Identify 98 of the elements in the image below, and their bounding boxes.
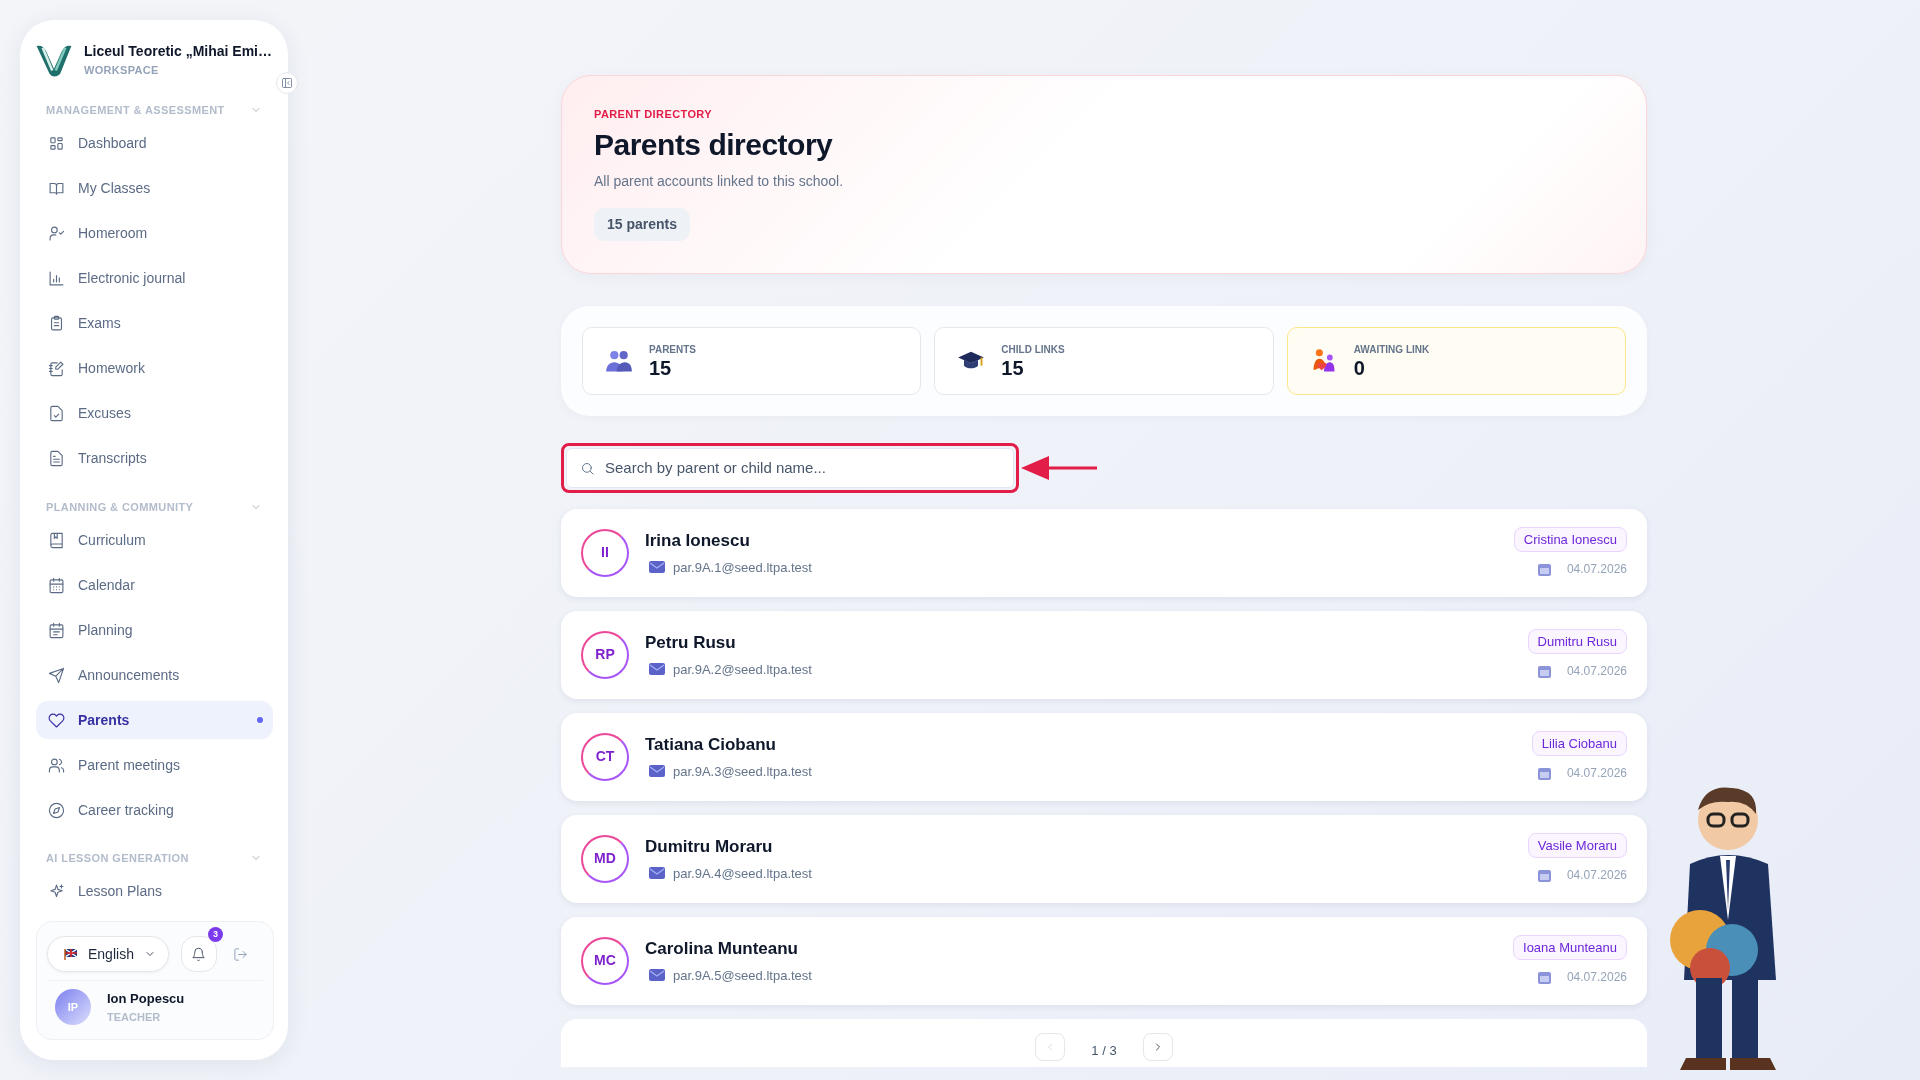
user-check-icon bbox=[48, 225, 65, 242]
parent-email: par.9A.1@seed.ltpa.test bbox=[673, 558, 812, 577]
sidebar-item[interactable]: Lesson Plans bbox=[36, 872, 273, 911]
child-tag: Cristina Ionescu bbox=[1513, 526, 1627, 553]
link-date: 04.07.2026 bbox=[1566, 867, 1627, 885]
eyebrow-label: PARENT DIRECTORY bbox=[594, 107, 714, 122]
envelope-icon bbox=[649, 765, 665, 778]
child-tag: Vasile Moraru bbox=[1527, 832, 1627, 859]
calendar-icon bbox=[1537, 766, 1551, 780]
sparkle-icon bbox=[48, 883, 65, 900]
link-date: 04.07.2026 bbox=[1566, 969, 1627, 987]
compass-icon bbox=[48, 801, 65, 819]
parent-email: par.9A.5@seed.ltpa.test bbox=[673, 966, 812, 985]
calendar-icon bbox=[48, 576, 65, 594]
grid-icon bbox=[48, 135, 65, 152]
collapse-sidebar-button[interactable] bbox=[276, 72, 298, 94]
stat-value: 15 bbox=[649, 357, 673, 379]
link-date: 04.07.2026 bbox=[1566, 561, 1627, 579]
stat-value: 0 bbox=[1353, 357, 1366, 379]
sidebar-item[interactable]: Calendar bbox=[36, 566, 273, 604]
clipboard-icon bbox=[48, 315, 65, 332]
parent-name: Tatiana Ciobanu bbox=[645, 734, 777, 756]
parent-count: 15 parents bbox=[594, 207, 691, 241]
calendar-icon bbox=[1537, 664, 1551, 678]
sidebar-item[interactable]: Parent meetings bbox=[36, 746, 273, 784]
sidebar-collapse-icon bbox=[281, 77, 293, 89]
school-name: Liceul Teoretic „Mihai Emi… bbox=[84, 42, 272, 62]
sidebar-item[interactable]: Homework bbox=[36, 349, 273, 388]
workspace-label: WORKSPACE bbox=[84, 63, 160, 79]
language-select[interactable]: English bbox=[47, 936, 169, 972]
link-date: 04.07.2026 bbox=[1566, 765, 1627, 783]
calendar-icon bbox=[1537, 970, 1551, 984]
sidebar-item[interactable]: Dashboard bbox=[36, 124, 273, 163]
sidebar-item[interactable]: Parents bbox=[36, 701, 273, 739]
stat-label: PARENTS bbox=[649, 343, 697, 357]
envelope-icon bbox=[649, 561, 665, 574]
sidebar-item[interactable]: Planning bbox=[36, 611, 273, 649]
heart-icon bbox=[48, 711, 65, 729]
stat-value: 15 bbox=[1001, 357, 1025, 379]
sidebar-item[interactable]: Transcripts bbox=[36, 439, 273, 478]
page-indicator: 1 / 3 bbox=[1091, 1042, 1117, 1060]
page-title: Parents directory bbox=[594, 126, 834, 163]
calendar-icon bbox=[1537, 868, 1551, 882]
parent-name: Petru Rusu bbox=[645, 632, 737, 654]
parent-email: par.9A.4@seed.ltpa.test bbox=[673, 864, 812, 883]
file-check-icon bbox=[48, 405, 65, 422]
calendar-list-icon bbox=[48, 621, 65, 639]
section-heading: AI LESSON GENERATION bbox=[46, 851, 189, 866]
sidebar-item[interactable]: Career tracking bbox=[36, 791, 273, 829]
child-tag: Dumitru Rusu bbox=[1527, 628, 1627, 655]
users-icon bbox=[48, 756, 65, 774]
parent-name: Irina Ionescu bbox=[645, 530, 751, 552]
parent-avatar: MC bbox=[581, 936, 629, 985]
section-heading: MANAGEMENT & ASSESSMENT bbox=[46, 103, 225, 118]
section-heading: PLANNING & COMMUNITY bbox=[46, 499, 194, 515]
sidebar-item[interactable]: Curriculum bbox=[36, 521, 273, 559]
user-avatar: IP bbox=[55, 989, 91, 1025]
logout-icon bbox=[232, 947, 248, 963]
file-text-icon bbox=[48, 450, 65, 467]
page-subtitle: All parent accounts linked to this school. bbox=[594, 171, 845, 191]
sidebar-item[interactable]: Homeroom bbox=[36, 214, 273, 253]
stat-label: AWAITING LINK bbox=[1353, 343, 1430, 357]
active-dot bbox=[257, 717, 263, 723]
envelope-icon bbox=[649, 867, 665, 880]
parent-avatar: II bbox=[581, 528, 629, 577]
envelope-icon bbox=[649, 663, 665, 676]
bookmark-book-icon bbox=[48, 531, 65, 549]
notebook-pen-icon bbox=[48, 360, 65, 377]
parent-avatar: MD bbox=[581, 834, 629, 883]
parent-name: Dumitru Moraru bbox=[645, 836, 774, 858]
sidebar-item[interactable]: Electronic journal bbox=[36, 259, 273, 298]
notifications-button[interactable] bbox=[180, 936, 217, 972]
sidebar-item[interactable]: Excuses bbox=[36, 394, 273, 433]
link-date: 04.07.2026 bbox=[1566, 663, 1627, 681]
sidebar-item[interactable]: Exams bbox=[36, 304, 273, 343]
sidebar-item[interactable]: Announcements bbox=[36, 656, 273, 694]
envelope-icon bbox=[649, 969, 665, 982]
parent-avatar: CT bbox=[581, 732, 629, 781]
previous-page-button[interactable] bbox=[1035, 1032, 1066, 1061]
parent-name: Carolina Munteanu bbox=[645, 938, 799, 960]
sidebar-item[interactable]: My Classes bbox=[36, 169, 273, 208]
bar-chart-icon bbox=[48, 270, 65, 287]
child-tag: Lilia Ciobanu bbox=[1531, 730, 1627, 757]
user-name: Ion Popescu bbox=[107, 990, 185, 1008]
search-field[interactable]: Search by parent or child name... bbox=[566, 447, 1014, 488]
send-icon bbox=[48, 666, 65, 684]
stat-label: CHILD LINKS bbox=[1001, 343, 1065, 357]
book-icon bbox=[48, 180, 65, 197]
child-tag: Ioana Munteanu bbox=[1513, 934, 1627, 961]
calendar-icon bbox=[1537, 562, 1551, 576]
next-page-button[interactable] bbox=[1142, 1032, 1173, 1061]
flag-icon bbox=[64, 948, 78, 960]
parent-avatar: RP bbox=[581, 630, 629, 679]
user-role: TEACHER bbox=[107, 1009, 162, 1025]
notification-count: 3 bbox=[207, 927, 223, 942]
parent-email: par.9A.2@seed.ltpa.test bbox=[673, 660, 812, 679]
parent-email: par.9A.3@seed.ltpa.test bbox=[673, 762, 812, 781]
bell-icon bbox=[191, 946, 207, 962]
